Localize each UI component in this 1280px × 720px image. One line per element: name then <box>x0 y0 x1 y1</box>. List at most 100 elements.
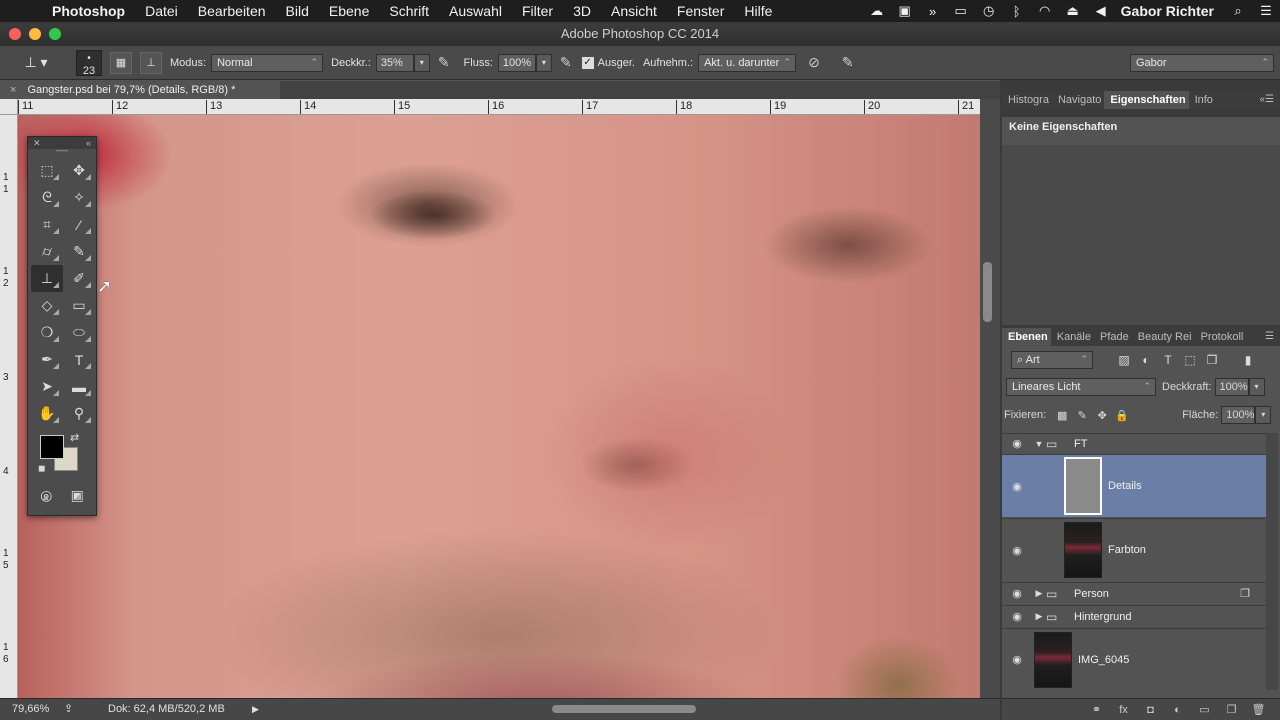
menu-bearbeiten[interactable]: Bearbeiten <box>188 3 276 19</box>
brush-panel-toggle-icon[interactable]: ▦ <box>110 51 132 74</box>
tab-info[interactable]: Info <box>1189 91 1216 109</box>
history-brush-tool-icon[interactable]: ✐ <box>63 265 95 292</box>
vertical-scrollbar-track[interactable] <box>980 99 1000 698</box>
tab-beauty-retouch[interactable]: Beauty Rei <box>1132 328 1195 346</box>
layer-opacity-input[interactable]: 100% <box>1214 378 1249 396</box>
lock-image-pixels-icon[interactable]: ✎ <box>1072 409 1092 422</box>
menu-fenster[interactable]: Fenster <box>667 3 734 19</box>
layer-img-6045[interactable]: ◉ IMG_6045 <box>1002 628 1266 690</box>
clone-stamp-preset-icon[interactable]: ⊥ ▾ <box>14 50 58 76</box>
airbrush-icon[interactable]: ✎ <box>560 54 572 71</box>
ruler-origin[interactable] <box>0 99 18 115</box>
volume-icon[interactable]: ◀ <box>1087 3 1115 19</box>
menu-datei[interactable]: Datei <box>135 3 188 19</box>
time-machine-icon[interactable]: ◷ <box>975 3 1003 19</box>
tab-navigator[interactable]: Navigato <box>1052 91 1104 109</box>
layer-group-hintergrund[interactable]: ◉ ▶ ▭ Hintergrund <box>1002 605 1266 627</box>
expand-arrow-closed-icon[interactable]: ▶ <box>1032 588 1046 599</box>
layer-farbton[interactable]: ◉ Farbton <box>1002 518 1266 581</box>
pressure-opacity-icon[interactable]: ✎ <box>438 54 450 71</box>
minimize-window-button[interactable] <box>29 28 41 40</box>
user-name[interactable]: Gabor Richter <box>1115 3 1224 19</box>
close-window-button[interactable] <box>9 28 21 40</box>
zoom-level[interactable]: 79,66% <box>12 699 49 719</box>
spotlight-icon[interactable]: ⌕ <box>1224 3 1252 19</box>
tab-layers[interactable]: Ebenen <box>1002 328 1051 346</box>
notification-list-icon[interactable]: ☰ <box>1252 3 1280 19</box>
menu-ebene[interactable]: Ebene <box>319 3 379 19</box>
layer-opacity-slider-toggle[interactable]: ▾ <box>1248 378 1265 396</box>
path-selection-tool-icon[interactable]: ➤ <box>31 373 63 400</box>
airplay-icon[interactable]: ▭ <box>947 3 975 19</box>
gradient-tool-icon[interactable]: ▭ <box>63 292 95 319</box>
aligned-checkbox[interactable]: ✓ <box>581 56 594 69</box>
status-menu-arrow-icon[interactable]: ▶ <box>252 699 259 719</box>
brush-preset-picker[interactable]: • 23 <box>76 49 102 77</box>
expand-arrow-closed-icon[interactable]: ▶ <box>1032 611 1046 622</box>
sample-dropdown[interactable]: Akt. u. darunter <box>698 53 797 72</box>
lock-all-icon[interactable]: 🔒 <box>1112 409 1132 422</box>
filter-shape-icon[interactable]: ⬚ <box>1179 353 1201 367</box>
type-tool-icon[interactable]: T <box>63 346 95 373</box>
visibility-eye-icon[interactable]: ◉ <box>1002 544 1032 557</box>
eyedropper-tool-icon[interactable]: ⁄ <box>63 211 95 238</box>
adjustment-layer-icon[interactable]: ◐ <box>1164 704 1191 716</box>
delete-layer-icon[interactable]: 🗑 <box>1245 703 1272 716</box>
add-mask-icon[interactable]: ◘ <box>1137 704 1164 716</box>
visibility-eye-icon[interactable]: ◉ <box>1002 587 1032 600</box>
fill-slider-toggle[interactable]: ▾ <box>1255 406 1272 424</box>
link-layers-icon[interactable]: ⚭ <box>1083 703 1110 716</box>
dodge-tool-icon[interactable]: ⬭ <box>63 319 95 346</box>
menu-filter[interactable]: Filter <box>512 3 563 19</box>
close-tools-icon[interactable]: ✕ <box>33 137 41 149</box>
menu-3d[interactable]: 3D <box>563 3 601 19</box>
pressure-size-icon[interactable]: ✎ <box>842 54 854 71</box>
expand-arrow-open-icon[interactable]: ▼ <box>1032 439 1046 449</box>
forward-icon[interactable]: » <box>919 4 947 19</box>
vertical-ruler[interactable]: 1 1 1 2 3 4 1 5 1 6 <box>0 115 18 698</box>
new-layer-icon[interactable]: ❐ <box>1218 703 1245 716</box>
visibility-eye-icon[interactable]: ◉ <box>1002 480 1032 493</box>
healing-brush-tool-icon[interactable]: ⌭ <box>31 238 63 265</box>
close-tab-icon[interactable]: × <box>10 84 16 96</box>
layer-group-person[interactable]: ◉ ▶ ▭ Person ❐ <box>1002 582 1266 604</box>
filter-smart-object-icon[interactable]: ❐ <box>1201 353 1223 367</box>
flow-input[interactable]: 100% <box>497 53 536 72</box>
vertical-scrollbar-thumb[interactable] <box>983 262 992 322</box>
clone-stamp-tool-icon[interactable]: ⊥ <box>31 265 63 292</box>
hand-tool-icon[interactable]: ✋ <box>31 400 63 427</box>
ignore-adjustment-layers-icon[interactable]: ⊘ <box>808 54 820 71</box>
visibility-eye-icon[interactable]: ◉ <box>1002 610 1032 623</box>
quick-selection-tool-icon[interactable]: ✧ <box>63 184 95 211</box>
lock-transparency-icon[interactable]: ▩ <box>1052 409 1072 422</box>
bluetooth-icon[interactable]: ᛒ <box>1003 4 1031 19</box>
default-colors-icon[interactable]: ◼ <box>38 463 45 474</box>
lock-position-icon[interactable]: ✥ <box>1092 409 1112 422</box>
blend-mode-dropdown[interactable]: Lineares Licht <box>1006 378 1156 396</box>
filter-type-icon[interactable]: T <box>1157 353 1179 367</box>
eject-icon[interactable]: ⏏ <box>1059 3 1087 19</box>
horizontal-ruler[interactable]: 11 12 13 14 15 16 17 18 19 20 21 <box>18 99 980 115</box>
panel-menu-icon[interactable]: «☰ <box>1259 91 1274 109</box>
menu-auswahl[interactable]: Auswahl <box>439 3 512 19</box>
creative-cloud-icon[interactable]: ☁ <box>863 3 891 19</box>
screen-mode-icon[interactable]: ▣ <box>71 487 84 504</box>
layers-scrollbar[interactable] <box>1266 433 1278 690</box>
menu-ansicht[interactable]: Ansicht <box>601 3 667 19</box>
filter-pixel-icon[interactable]: ▨ <box>1113 353 1135 367</box>
workspace-dropdown[interactable]: Gabor <box>1130 53 1274 72</box>
opacity-input[interactable]: 35% <box>375 53 414 72</box>
opacity-slider-toggle[interactable]: ▾ <box>413 53 430 72</box>
menu-schrift[interactable]: Schrift <box>379 3 439 19</box>
visibility-eye-icon[interactable]: ◉ <box>1002 437 1032 450</box>
rectangle-tool-icon[interactable]: ▬ <box>63 373 95 400</box>
clone-source-panel-icon[interactable]: ⊥ <box>140 51 162 74</box>
swap-colors-icon[interactable]: ⇄ <box>70 431 79 444</box>
zoom-tool-icon[interactable]: ⚲ <box>63 400 95 427</box>
crop-tool-icon[interactable]: ⌗ <box>31 211 63 238</box>
display-icon[interactable]: ▣ <box>891 3 919 19</box>
marquee-tool-icon[interactable]: ⬚ <box>31 157 63 184</box>
blur-tool-icon[interactable]: ❍ <box>31 319 63 346</box>
visibility-eye-icon[interactable]: ◉ <box>1002 653 1032 666</box>
brush-tool-icon[interactable]: ✎ <box>63 238 95 265</box>
